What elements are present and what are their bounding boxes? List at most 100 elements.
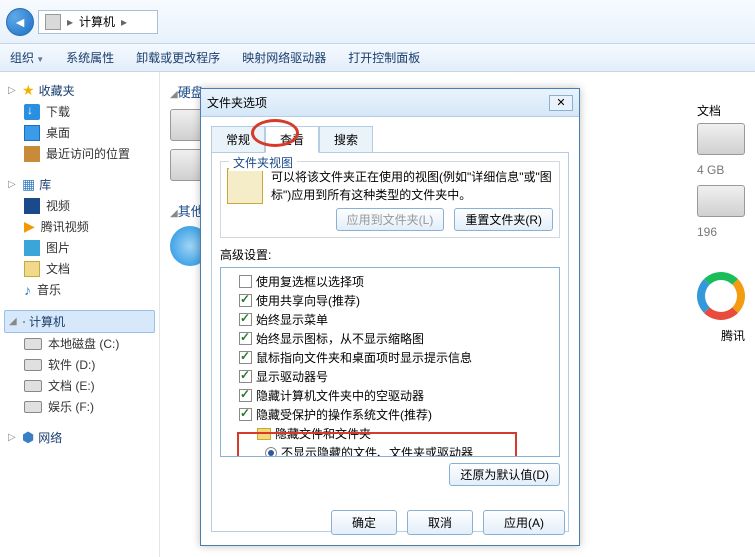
- tree-item-label: 鼠标指向文件夹和桌面项时显示提示信息: [256, 349, 472, 366]
- tencent-video-icon: ▶: [24, 218, 35, 235]
- dialog-tabs: 常规 查看 搜索: [201, 117, 579, 152]
- tab-view[interactable]: 查看: [265, 126, 319, 153]
- folder-view-desc: 可以将该文件夹正在使用的视图(例如"详细信息"或"图标")应用到所有这种类型的文…: [271, 168, 553, 204]
- drive-icon: [24, 380, 42, 392]
- drive-icon: [24, 338, 42, 350]
- pictures-icon: [24, 240, 40, 256]
- reset-folders-button[interactable]: 重置文件夹(R): [454, 208, 553, 231]
- tree-item[interactable]: 鼠标指向文件夹和桌面项时显示提示信息: [225, 348, 555, 367]
- sidebar-item-pictures[interactable]: 图片: [4, 237, 155, 258]
- ok-button[interactable]: 确定: [331, 510, 397, 535]
- checkbox[interactable]: [239, 313, 252, 326]
- checkbox[interactable]: [239, 389, 252, 402]
- checkbox[interactable]: [239, 351, 252, 364]
- tab-general[interactable]: 常规: [211, 126, 265, 153]
- control-panel-button[interactable]: 打开控制面板: [348, 49, 420, 66]
- tree-item[interactable]: 不显示隐藏的文件、文件夹或驱动器: [225, 443, 555, 457]
- libraries-header[interactable]: ▷▦库: [4, 174, 155, 195]
- tree-item[interactable]: 隐藏受保护的操作系统文件(推荐): [225, 405, 555, 424]
- tencent-logo[interactable]: 腾讯: [697, 272, 745, 344]
- checkbox[interactable]: [239, 408, 252, 421]
- uninstall-button[interactable]: 卸载或更改程序: [136, 49, 220, 66]
- close-button[interactable]: ✕: [549, 95, 573, 111]
- tree-item[interactable]: 使用共享向导(推荐): [225, 291, 555, 310]
- sidebar-item-drive-d[interactable]: 软件 (D:): [4, 354, 155, 375]
- radio[interactable]: [265, 447, 277, 458]
- nav-back-button[interactable]: ◄: [6, 8, 34, 36]
- tree-item[interactable]: 隐藏计算机文件夹中的空驱动器: [225, 386, 555, 405]
- folder-view-icon: [227, 168, 263, 204]
- desktop-icon: [24, 125, 40, 141]
- video-icon: [24, 198, 40, 214]
- checkbox[interactable]: [239, 370, 252, 383]
- drive-tile[interactable]: [697, 185, 745, 217]
- sidebar-item-drive-c[interactable]: 本地磁盘 (C:): [4, 333, 155, 354]
- tree-item[interactable]: 使用复选框以选择项: [225, 272, 555, 291]
- sidebar-item-documents[interactable]: 文档: [4, 258, 155, 279]
- cancel-button[interactable]: 取消: [407, 510, 473, 535]
- download-icon: [24, 104, 40, 120]
- folder-view-legend: 文件夹视图: [229, 154, 297, 171]
- organize-menu[interactable]: 组织: [10, 49, 44, 66]
- folder-options-dialog: 文件夹选项 ✕ 常规 查看 搜索 文件夹视图 可以将该文件夹正在使用的视图(例如…: [200, 88, 580, 546]
- breadcrumb[interactable]: ▸ 计算机 ▸: [38, 10, 158, 34]
- tree-item-label: 使用复选框以选择项: [256, 273, 364, 290]
- advanced-label: 高级设置:: [220, 246, 560, 263]
- sidebar-item-downloads[interactable]: 下载: [4, 101, 155, 122]
- tree-item-label: 隐藏文件和文件夹: [275, 425, 371, 442]
- drive-icon: [24, 359, 42, 371]
- folder-view-group: 文件夹视图 可以将该文件夹正在使用的视图(例如"详细信息"或"图标")应用到所有…: [220, 161, 560, 238]
- map-drive-button[interactable]: 映射网络驱动器: [242, 49, 326, 66]
- address-bar: ◄ ▸ 计算机 ▸: [0, 0, 755, 44]
- network-header[interactable]: ▷⬢网络: [4, 427, 155, 448]
- advanced-settings-tree[interactable]: 使用复选框以选择项使用共享向导(推荐) 始终显示菜单始终显示图标，从不显示缩略图鼠…: [220, 267, 560, 457]
- tab-panel: 文件夹视图 可以将该文件夹正在使用的视图(例如"详细信息"或"图标")应用到所有…: [211, 152, 569, 532]
- nav-sidebar: ▷★收藏夹 下载 桌面 最近访问的位置 ▷▦库 视频 ▶腾讯视频 图片 文档 ♪…: [0, 72, 160, 557]
- system-properties-button[interactable]: 系统属性: [66, 49, 114, 66]
- music-icon: ♪: [24, 282, 31, 298]
- breadcrumb-sep: ▸: [67, 15, 73, 29]
- sidebar-item-tencent-video[interactable]: ▶腾讯视频: [4, 216, 155, 237]
- favorites-header[interactable]: ▷★收藏夹: [4, 80, 155, 101]
- network-icon: ⬢: [22, 429, 34, 446]
- tab-search[interactable]: 搜索: [319, 126, 373, 153]
- tree-item-label: 始终显示菜单: [256, 311, 328, 328]
- tree-item[interactable]: 隐藏文件和文件夹: [225, 424, 555, 443]
- tree-item-label: 使用共享向导(推荐): [256, 292, 360, 309]
- checkbox[interactable]: [239, 332, 252, 345]
- sidebar-item-recent[interactable]: 最近访问的位置: [4, 143, 155, 164]
- breadcrumb-location[interactable]: 计算机: [79, 13, 115, 30]
- tree-item-label: 显示驱动器号: [256, 368, 328, 385]
- tree-item[interactable]: 始终显示图标，从不显示缩略图: [225, 329, 555, 348]
- computer-header[interactable]: ◢计算机: [4, 310, 155, 333]
- num-label: 196: [697, 225, 745, 239]
- recent-icon: [24, 146, 40, 162]
- tree-item-label: 隐藏计算机文件夹中的空驱动器: [256, 387, 424, 404]
- checkbox[interactable]: [239, 275, 252, 288]
- restore-defaults-button[interactable]: 还原为默认值(D): [449, 463, 560, 486]
- drive-tile[interactable]: [697, 123, 745, 155]
- documents-icon: [24, 261, 40, 277]
- folder-icon: [257, 428, 271, 440]
- tree-item-label: 隐藏受保护的操作系统文件(推荐): [256, 406, 432, 423]
- sidebar-item-desktop[interactable]: 桌面: [4, 122, 155, 143]
- size-label: 4 GB: [697, 163, 745, 177]
- sidebar-item-video[interactable]: 视频: [4, 195, 155, 216]
- tree-item-label: 不显示隐藏的文件、文件夹或驱动器: [281, 444, 473, 457]
- sidebar-item-drive-e[interactable]: 文档 (E:): [4, 375, 155, 396]
- tree-item[interactable]: 显示驱动器号: [225, 367, 555, 386]
- docs-label: 文档: [697, 102, 745, 119]
- dialog-titlebar[interactable]: 文件夹选项 ✕: [201, 89, 579, 117]
- tree-item[interactable]: 始终显示菜单: [225, 310, 555, 329]
- dialog-title: 文件夹选项: [207, 94, 267, 111]
- computer-icon: [45, 14, 61, 30]
- apply-to-folders-button[interactable]: 应用到文件夹(L): [336, 208, 445, 231]
- apply-button[interactable]: 应用(A): [483, 510, 565, 535]
- toolbar: 组织 系统属性 卸载或更改程序 映射网络驱动器 打开控制面板: [0, 44, 755, 72]
- sidebar-item-drive-f[interactable]: 娱乐 (F:): [4, 396, 155, 417]
- tree-item-label: 始终显示图标，从不显示缩略图: [256, 330, 424, 347]
- sidebar-item-music[interactable]: ♪音乐: [4, 279, 155, 300]
- checkbox[interactable]: [239, 294, 252, 307]
- drive-icon: [24, 401, 42, 413]
- breadcrumb-sep2: ▸: [121, 15, 127, 29]
